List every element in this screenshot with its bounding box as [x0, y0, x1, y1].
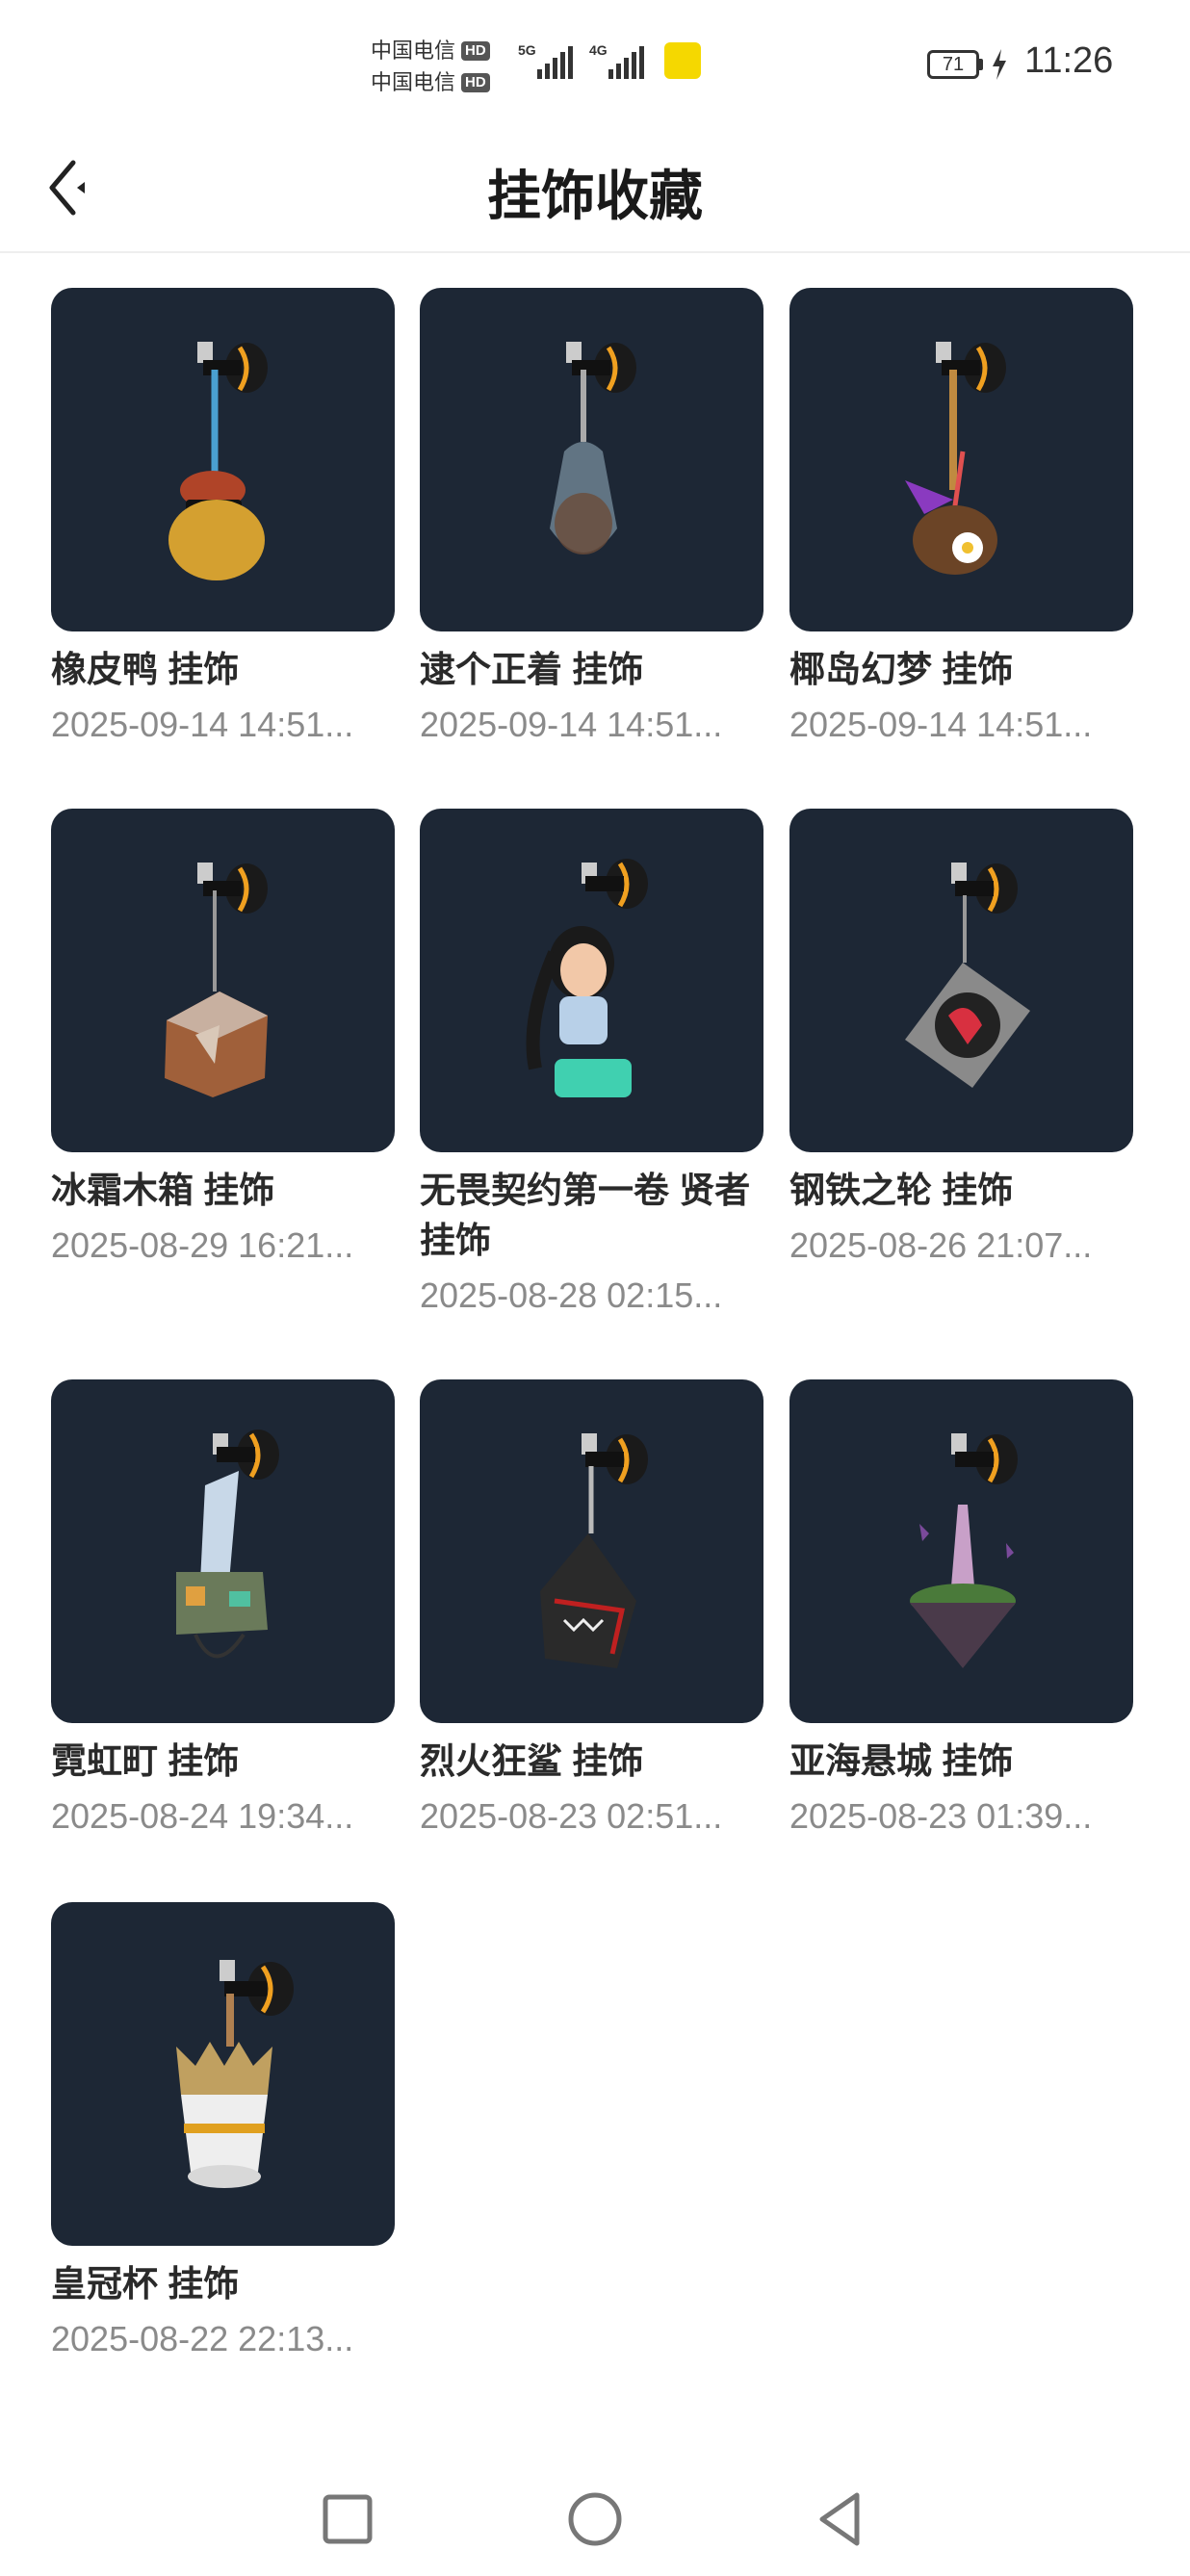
charm-thumbnail — [789, 1379, 1133, 1723]
battery-level: 71 — [927, 50, 979, 79]
charm-thumbnail — [51, 809, 395, 1152]
charm-thumbnail — [789, 288, 1133, 631]
wooden-crate-charm-icon — [165, 863, 268, 1097]
neon-city-charm-icon — [176, 1430, 279, 1659]
charm-date: 2025-08-24 19:34... — [51, 1796, 354, 1836]
charm-card[interactable]: 亚海悬城 挂饰 2025-08-23 01:39... — [789, 1379, 1133, 1841]
charm-card[interactable]: 皇冠杯 挂饰 2025-08-22 22:13... — [51, 1902, 395, 2363]
charm-date: 2025-08-29 16:21... — [51, 1225, 354, 1265]
carrier-2-label: 中国电信 — [371, 70, 456, 94]
charm-name: 皇冠杯 挂饰 — [51, 2264, 240, 2304]
charm-name: 亚海悬城 挂饰 — [789, 1741, 1014, 1781]
page-header: 挂饰收藏 — [0, 130, 1190, 253]
carrier-info: 中国电信 HD 中国电信 HD — [371, 35, 490, 98]
system-nav-bar — [0, 2464, 1190, 2576]
clock: 11:26 — [1024, 40, 1114, 81]
charm-date: 2025-09-14 14:51... — [420, 705, 723, 744]
turntable-charm-icon — [905, 863, 1030, 1088]
rubber-duck-charm-icon — [168, 342, 268, 580]
charm-name: 钢铁之轮 挂饰 — [789, 1171, 1014, 1210]
charm-name: 烈火狂鲨 挂饰 — [420, 1741, 644, 1781]
charm-date: 2025-08-26 21:07... — [789, 1225, 1093, 1265]
charm-card[interactable]: 椰岛幻梦 挂饰 2025-09-14 14:51... — [789, 288, 1133, 749]
charm-thumbnail — [420, 288, 763, 631]
charm-name: 冰霜木箱 挂饰 — [51, 1171, 275, 1210]
charm-thumbnail — [51, 1379, 395, 1723]
home-button[interactable] — [561, 2486, 629, 2553]
network-type-2: 4G — [589, 42, 608, 58]
charm-date: 2025-09-14 14:51... — [789, 705, 1093, 744]
signal-indicators: 5G 4G — [518, 40, 701, 83]
charm-name: 椰岛幻梦 挂饰 — [789, 650, 1014, 689]
charm-thumbnail — [420, 809, 763, 1152]
charm-name: 无畏契约第一卷 贤者 挂饰 — [420, 1171, 751, 1260]
charm-name: 逮个正着 挂饰 — [420, 650, 644, 689]
charm-date: 2025-08-23 01:39... — [789, 1796, 1093, 1836]
circle-icon — [568, 2492, 622, 2546]
floating-island-charm-icon — [910, 1433, 1018, 1668]
triangle-back-icon — [819, 2492, 860, 2546]
charm-date: 2025-08-22 22:13... — [51, 2319, 354, 2358]
recent-apps-button[interactable] — [314, 2486, 381, 2553]
charging-bolt-icon — [993, 49, 1006, 80]
system-back-button[interactable] — [809, 2486, 876, 2553]
signal-4g-icon: 4G — [589, 40, 647, 83]
charm-thumbnail — [789, 809, 1133, 1152]
page-title: 挂饰收藏 — [487, 166, 703, 226]
status-bar: 中国电信 HD 中国电信 HD 5G 4G 71 11:26 — [0, 0, 1190, 130]
app-notification-icon — [664, 42, 701, 79]
signal-5g-icon: 5G — [518, 40, 576, 83]
square-icon — [323, 2494, 373, 2544]
charm-card[interactable]: 无畏契约第一卷 贤者 挂饰 2025-08-28 02:15... — [420, 809, 763, 1320]
network-type-1: 5G — [518, 42, 536, 58]
charm-date: 2025-09-14 14:51... — [51, 705, 354, 744]
carrier-1-label: 中国电信 — [371, 39, 456, 63]
charm-thumbnail — [51, 1902, 395, 2246]
charm-name: 霓虹町 挂饰 — [51, 1741, 240, 1781]
charm-date: 2025-08-28 02:15... — [420, 1275, 723, 1315]
caught-jar-charm-icon — [550, 342, 636, 554]
charm-thumbnail — [420, 1379, 763, 1723]
crown-cup-charm-icon — [176, 1960, 294, 2188]
charm-card[interactable]: 烈火狂鲨 挂饰 2025-08-23 02:51... — [420, 1379, 763, 1841]
sage-figure-charm-icon — [526, 859, 648, 1097]
charm-card[interactable]: 橡皮鸭 挂饰 2025-09-14 14:51... — [51, 288, 395, 749]
charm-name: 橡皮鸭 挂饰 — [51, 650, 240, 689]
charm-date: 2025-08-23 02:51... — [420, 1796, 723, 1836]
battery-indicator: 71 — [927, 49, 1008, 80]
charm-card[interactable]: 逮个正着 挂饰 2025-09-14 14:51... — [420, 288, 763, 749]
charm-card[interactable]: 冰霜木箱 挂饰 2025-08-29 16:21... — [51, 809, 395, 1270]
hd-badge: HD — [461, 40, 490, 61]
coconut-charm-icon — [905, 342, 1006, 575]
charm-thumbnail — [51, 288, 395, 631]
hd-badge: HD — [461, 72, 490, 92]
charm-card[interactable]: 钢铁之轮 挂饰 2025-08-26 21:07... — [789, 809, 1133, 1270]
shark-charm-icon — [540, 1433, 648, 1668]
charm-card[interactable]: 霓虹町 挂饰 2025-08-24 19:34... — [51, 1379, 395, 1841]
